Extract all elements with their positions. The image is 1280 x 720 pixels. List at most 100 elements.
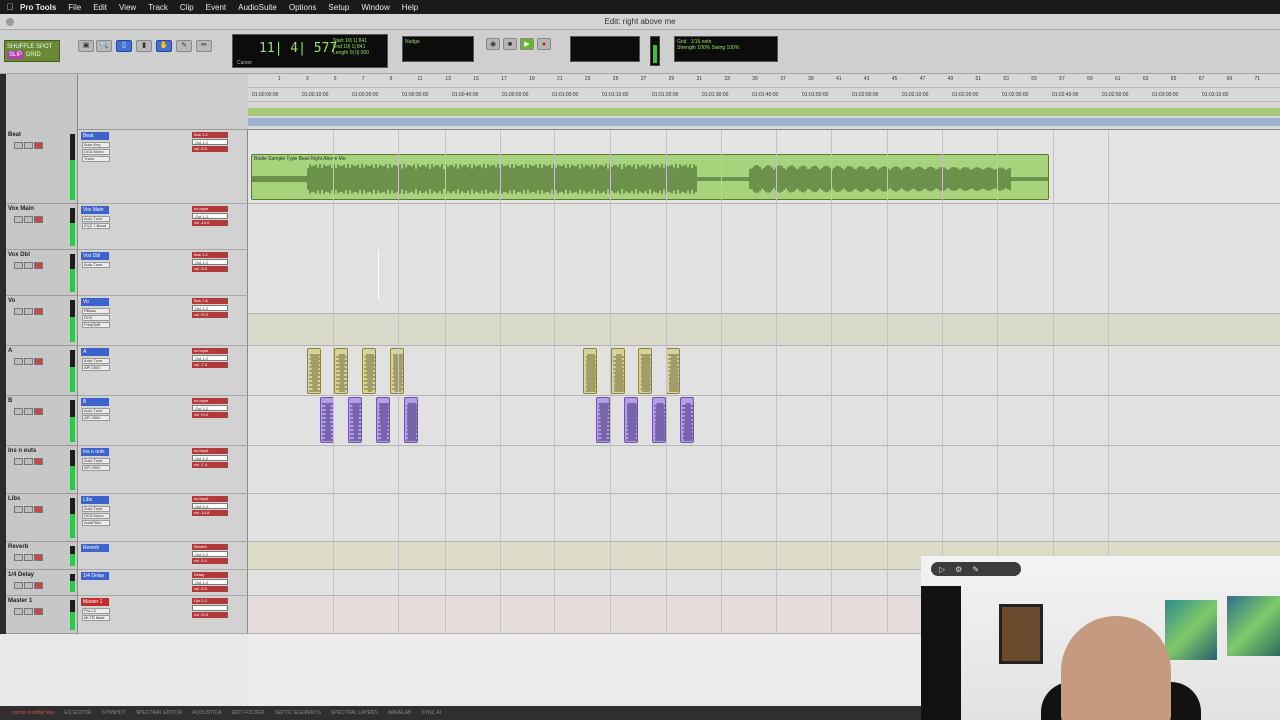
io-slot[interactable]: no input	[192, 398, 228, 404]
insert-slot[interactable]: Auto-Tune	[82, 262, 110, 268]
track-header[interactable]: Beat Auto-Key DG3-Mono Trans Bus 1-2 Out 1-2 v…	[78, 130, 248, 204]
io-slot[interactable]: Delay	[192, 572, 228, 578]
solo-button[interactable]	[24, 554, 33, 561]
mix-row[interactable]: 1/4 Delay	[6, 570, 78, 596]
pencil-tool-icon[interactable]: ✏	[196, 40, 212, 52]
main-counter[interactable]: 11| 4| 577 Start 10| 1| 841 End 10| 1| 8…	[232, 34, 388, 68]
io-slot[interactable]	[192, 605, 228, 611]
track-header[interactable]: Ins n outs Auto-Tune API 2500 no input Out 1…	[78, 446, 248, 494]
plugin-tab-0[interactable]: EQ EDITOR	[64, 710, 91, 716]
track-name[interactable]: B	[81, 398, 109, 406]
mute-button[interactable]	[14, 262, 23, 269]
track-header[interactable]: B Auto-Tune API 2500 no input Out 1-2 vol +0.…	[78, 396, 248, 446]
zoom-tool-icon[interactable]: ▣	[78, 40, 94, 52]
timeline-rulers[interactable]: 1 3 5 7 9 11 13 15 17 19 21 23 25 27 29 31 33 35 37 39 41 43 4…	[248, 74, 1280, 130]
smart-tool-icon[interactable]: ✎	[176, 40, 192, 52]
plugin-tab-8[interactable]: SYNC AI	[421, 710, 441, 716]
io-slot[interactable]: vol +0.0	[192, 412, 228, 418]
track-name[interactable]: Master 1	[81, 598, 109, 606]
plugin-tab-6[interactable]: SPECTRAL LAYERS	[331, 710, 378, 716]
lead-vocal-clip[interactable]	[334, 348, 348, 394]
beat-clip[interactable]: Bodie Sample Type Beat Right Above Me	[251, 154, 1049, 200]
solo-button[interactable]	[24, 358, 33, 365]
apple-icon[interactable]: 	[0, 2, 20, 12]
mute-button[interactable]	[14, 408, 23, 415]
io-slot[interactable]: Out 1-2	[192, 259, 228, 265]
mix-row[interactable]: Reverb	[6, 542, 78, 570]
io-slot[interactable]: vol +0.0	[192, 612, 228, 618]
camera-edit-icon[interactable]: ✎	[972, 565, 979, 574]
track-name[interactable]: A	[81, 348, 109, 356]
menu-help[interactable]: Help	[402, 3, 418, 12]
lead-vocal-clip[interactable]	[307, 348, 321, 394]
insert-slot[interactable]: Auto-Tune	[82, 408, 110, 414]
record-icon[interactable]: ●	[537, 38, 551, 50]
solo-button[interactable]	[24, 308, 33, 315]
io-slot[interactable]: vol -0.0	[192, 558, 228, 564]
io-slot[interactable]: Out 1-2	[192, 455, 228, 461]
solo-button[interactable]	[24, 408, 33, 415]
selector-tool-icon[interactable]: ▮	[136, 40, 152, 52]
lead-vocal-clip[interactable]	[666, 348, 680, 394]
io-slot[interactable]: Bus 1-2	[192, 252, 228, 258]
menu-window[interactable]: Window	[361, 3, 389, 12]
mix-row[interactable]: B	[6, 396, 78, 446]
insert-slot[interactable]: API 2500	[82, 365, 110, 371]
io-slot[interactable]: Out 1-2	[192, 579, 228, 585]
io-slot[interactable]: Out 1-2	[192, 598, 228, 604]
io-slot[interactable]: Out 1-2	[192, 213, 228, 219]
play-icon[interactable]: ▶	[520, 38, 534, 50]
insert-slot[interactable]: FreqShift	[82, 322, 110, 328]
stop-icon[interactable]: ■	[503, 38, 517, 50]
track-header[interactable]: Reverb Reverb Out 1-2 vol -0.0	[78, 542, 248, 570]
menu-audiosuite[interactable]: AudioSuite	[238, 3, 277, 12]
io-slot[interactable]: Out 1-2	[192, 305, 228, 311]
track-name[interactable]: Reverb	[81, 544, 109, 552]
rec-vocal-clip[interactable]	[652, 397, 666, 443]
rec-vocal-clip[interactable]	[348, 397, 362, 443]
menu-track[interactable]: Track	[148, 3, 168, 12]
io-slot[interactable]: Bus 7-8	[192, 298, 228, 304]
io-slot[interactable]: Reverb	[192, 544, 228, 550]
mute-button[interactable]	[14, 216, 23, 223]
record-arm-button[interactable]	[34, 142, 43, 149]
menu-setup[interactable]: Setup	[328, 3, 349, 12]
mute-button[interactable]	[14, 554, 23, 561]
io-slot[interactable]: vol -7.4	[192, 462, 228, 468]
insert-slot[interactable]: DG3-Mono	[82, 513, 110, 519]
mix-row[interactable]: Ins n outs	[6, 446, 78, 494]
insert-slot[interactable]: RBass	[82, 308, 110, 314]
plugin-tab-1[interactable]: SYNSHOT	[102, 710, 126, 716]
insert-slot[interactable]: DG3-Mono	[82, 149, 110, 155]
magnifier-icon[interactable]: 🔍	[96, 40, 112, 52]
record-arm-button[interactable]	[34, 308, 43, 315]
lead-vocal-clip[interactable]	[583, 348, 597, 394]
camera-play-icon[interactable]: ▷	[939, 565, 945, 574]
online-icon[interactable]: ◉	[486, 38, 500, 50]
insert-slot[interactable]: Auto-Key	[82, 142, 110, 148]
menu-file[interactable]: File	[68, 3, 81, 12]
markers-ruler[interactable]	[248, 118, 1280, 126]
record-arm-button[interactable]	[34, 216, 43, 223]
record-arm-button[interactable]	[34, 608, 43, 615]
plugin-tab-5[interactable]: SEPTIC ELEMENTS	[274, 710, 320, 716]
camera-settings-icon[interactable]: ⚙	[955, 565, 962, 574]
io-slot[interactable]: Out 1-2	[192, 139, 228, 145]
grid-display[interactable]: Grid 1/16 note Strength 100% Swing 100%	[674, 36, 778, 62]
io-slot[interactable]: vol -14.8	[192, 510, 228, 516]
mute-button[interactable]	[14, 608, 23, 615]
track-name[interactable]: Beat	[81, 132, 109, 140]
solo-button[interactable]	[24, 216, 33, 223]
menu-app-name[interactable]: Pro Tools	[20, 3, 56, 12]
record-arm-button[interactable]	[34, 582, 43, 589]
mode-shuffle[interactable]: SHUFFLE	[7, 44, 34, 50]
menu-options[interactable]: Options	[289, 3, 317, 12]
mix-row[interactable]: Beat	[6, 130, 78, 204]
track-header[interactable]: 1/4 Delay Delay Out 1-2 vol -0.0	[78, 570, 248, 596]
mute-button[interactable]	[14, 582, 23, 589]
record-arm-button[interactable]	[34, 554, 43, 561]
track-name[interactable]: Ins n outs	[81, 448, 109, 456]
plugin-tab-3[interactable]: ACOUSTICA	[192, 710, 221, 716]
mode-spot[interactable]: SPOT	[36, 44, 52, 50]
solo-button[interactable]	[24, 608, 33, 615]
